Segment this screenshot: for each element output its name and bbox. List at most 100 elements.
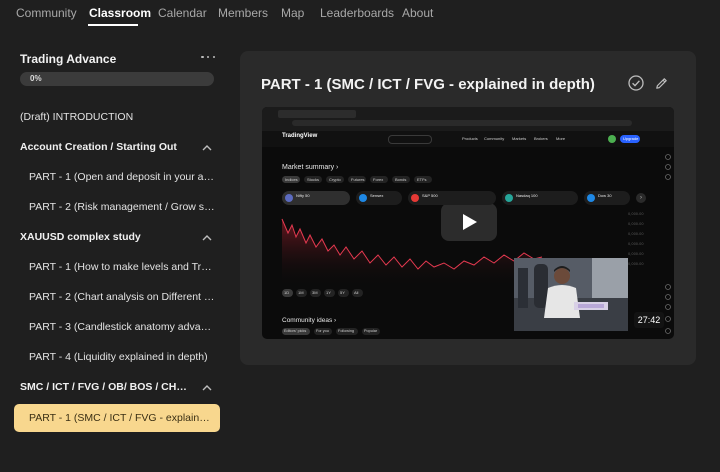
video-range-tab-label: 1D <box>284 290 290 295</box>
nav-tab-community[interactable]: Community <box>16 6 77 20</box>
presenter-webcam <box>514 258 628 331</box>
chevron-up-icon[interactable] <box>202 384 212 392</box>
video-ticker: Nasdaq 100 <box>502 191 578 205</box>
video-range-tab: 3M <box>310 289 321 297</box>
video-tv-search <box>388 135 432 144</box>
video-ticker-next-icon: › <box>636 193 646 203</box>
video-tv-menu-item: Brokers <box>534 136 548 141</box>
video-tv-upgrade: Upgrade <box>620 135 640 143</box>
video-ticker: S&P 500 <box>408 191 496 205</box>
video-ticker-name: Nasdaq 100 <box>516 193 538 198</box>
video-tv-menu-item: Community <box>484 136 505 141</box>
video-community-tab: Following <box>336 328 358 335</box>
lesson-card: PART - 1 (SMC / ICT / FVG - explained in… <box>240 51 696 365</box>
video-range-tab: 1M <box>296 289 307 297</box>
video-ticker: Sensex <box>356 191 402 205</box>
video-tv-menu-item: Products <box>462 136 478 141</box>
video-side-toolbar <box>665 154 671 334</box>
video-player[interactable]: TradingView Products Community Markets B… <box>262 107 674 339</box>
course-title: Trading Advance <box>20 52 117 66</box>
video-tv-avatar <box>608 135 616 143</box>
chevron-up-icon[interactable] <box>202 144 212 152</box>
video-range-tab-label: 1Y <box>326 290 331 295</box>
lesson-chart-analysis[interactable]: PART - 2 (Chart analysis on Different ti… <box>29 291 215 303</box>
lesson-introduction[interactable]: (Draft) INTRODUCTION <box>20 111 215 123</box>
video-ticker-dot <box>359 194 367 202</box>
video-range-tab: 5Y <box>338 289 349 297</box>
video-market-tab-label: Indices <box>285 177 298 182</box>
chevron-up-icon[interactable] <box>202 234 212 242</box>
video-market-tab: Bonds <box>392 176 410 183</box>
nav-tab-classroom[interactable]: Classroom <box>89 6 151 20</box>
video-ticker-name: Nifty 50 <box>296 193 310 198</box>
nav-tab-about[interactable]: About <box>402 6 433 20</box>
video-tv-menu-item: More <box>556 136 566 141</box>
play-button[interactable] <box>441 203 497 241</box>
video-ticker-name: Sensex <box>370 193 384 198</box>
video-ticker-name: Dow 30 <box>598 193 612 198</box>
video-market-tab: Crypto <box>326 176 344 183</box>
svg-text:0,000.00: 0,000.00 <box>628 252 644 256</box>
svg-text:0,000.00: 0,000.00 <box>628 222 644 226</box>
video-market-tab-label: Bonds <box>395 177 407 182</box>
lesson-liquidity[interactable]: PART - 4 (Liquidity explained in depth) <box>29 351 215 363</box>
top-nav: Community Classroom Calendar Members Map… <box>0 0 720 26</box>
video-market-tab: ETFs <box>414 176 432 183</box>
video-range-tab: 1D <box>282 289 293 297</box>
lesson-levels-trade[interactable]: PART - 1 (How to make levels and Trade) <box>29 261 215 273</box>
progress-label: 0% <box>30 74 42 83</box>
video-market-tab: Forex <box>370 176 388 183</box>
lesson-risk-management[interactable]: PART - 2 (Risk management / Grow small a… <box>29 201 215 213</box>
play-icon <box>463 214 477 230</box>
active-tab-indicator <box>88 24 138 26</box>
video-range-tab-label: 5Y <box>340 290 345 295</box>
nav-tab-calendar[interactable]: Calendar <box>158 6 207 20</box>
video-ticker-dot <box>285 194 293 202</box>
lesson-selected-label: PART - 1 (SMC / ICT / FVG - explained in… <box>29 412 213 424</box>
video-community-ideas: Community ideas › <box>282 317 337 324</box>
pencil-icon[interactable] <box>654 76 669 91</box>
lesson-candlestick[interactable]: PART - 3 (Candlestick anatomy advance) <box>29 321 215 333</box>
video-market-tab-label: ETFs <box>417 177 427 182</box>
video-ticker-dot <box>505 194 513 202</box>
video-range-tab: All <box>352 289 363 297</box>
video-market-tab-label: Forex <box>373 177 384 182</box>
course-progress-bar: 0% <box>20 72 214 86</box>
video-ticker-name: S&P 500 <box>422 193 438 198</box>
svg-text:0,000.00: 0,000.00 <box>628 242 644 246</box>
video-community-tab: For you <box>314 328 332 335</box>
video-ticker-dot <box>411 194 419 202</box>
video-community-tab-label: Popular <box>364 329 378 333</box>
video-community-tab-label: Following <box>338 329 355 333</box>
lesson-open-deposit[interactable]: PART - 1 (Open and deposit in your accou… <box>29 171 215 183</box>
video-range-tab-label: All <box>354 290 359 295</box>
more-options-icon[interactable] <box>201 50 215 64</box>
video-tv-menu-item: Markets <box>512 136 527 141</box>
video-range-tab-label: 3M <box>312 290 318 295</box>
nav-tab-map[interactable]: Map <box>281 6 304 20</box>
video-market-tab: Stocks <box>304 176 322 183</box>
svg-text:0,000.00: 0,000.00 <box>628 262 644 266</box>
video-community-tab: Editors' picks <box>282 328 310 335</box>
video-community-tab-label: Editors' picks <box>284 329 307 333</box>
video-tv-logo: TradingView <box>282 133 318 139</box>
video-duration: 27:42 <box>634 312 664 328</box>
video-market-summary: Market summary › <box>282 164 339 171</box>
section-smc-ict[interactable]: SMC / ICT / FVG / OB/ BOS / CHOCH <box>20 381 192 393</box>
lesson-title: PART - 1 (SMC / ICT / FVG - explained in… <box>261 76 595 93</box>
check-circle-icon[interactable] <box>628 75 644 91</box>
lesson-selected[interactable]: PART - 1 (SMC / ICT / FVG - explained in… <box>14 404 220 432</box>
video-range-tab: 1Y <box>324 289 335 297</box>
video-market-tab: Indices <box>282 176 300 183</box>
svg-text:0,000.00: 0,000.00 <box>628 212 644 216</box>
video-market-tab-label: Futures <box>351 177 365 182</box>
video-ticker-dot <box>587 194 595 202</box>
section-account-creation[interactable]: Account Creation / Starting Out <box>20 141 192 153</box>
nav-tab-leaderboards[interactable]: Leaderboards <box>320 6 394 20</box>
video-ticker: Dow 30 <box>584 191 630 205</box>
video-market-tab-label: Crypto <box>329 177 341 182</box>
nav-tab-members[interactable]: Members <box>218 6 268 20</box>
video-range-tab-label: 1M <box>298 290 304 295</box>
section-xauusd[interactable]: XAUUSD complex study <box>20 231 192 243</box>
video-market-tab: Futures <box>348 176 366 183</box>
